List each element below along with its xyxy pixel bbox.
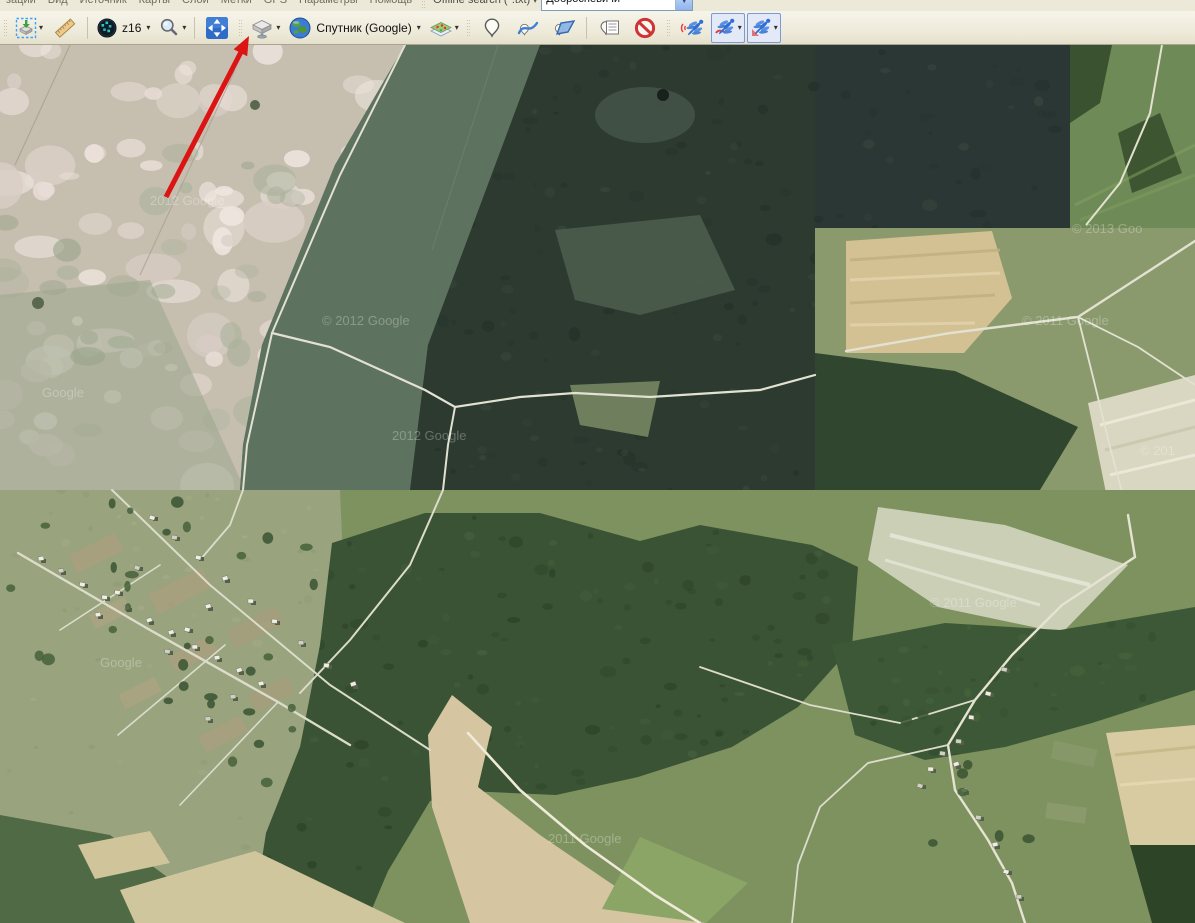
toolbar-separator xyxy=(586,17,587,39)
menu-item-maps[interactable]: Карты xyxy=(133,0,176,6)
magnifier-icon xyxy=(158,17,180,39)
layers-button[interactable]: ▾ xyxy=(426,13,462,43)
menu-item-settings[interactable]: Параметры xyxy=(293,0,364,6)
toolbar-grip[interactable] xyxy=(421,0,426,8)
gps-track-icon xyxy=(714,17,736,39)
selection-area-button[interactable]: ▾ xyxy=(12,13,46,43)
search-combobox[interactable]: Добросневичи ▼ xyxy=(541,0,693,11)
polygon-icon xyxy=(552,17,576,39)
fullscreen-button[interactable] xyxy=(200,13,234,43)
internet-cache-source-button[interactable]: ▾ xyxy=(247,13,283,43)
toolbar-grip[interactable] xyxy=(466,20,471,36)
placemark-list-icon xyxy=(597,17,621,39)
bottom-tile xyxy=(0,486,1195,923)
search-magnifier-button[interactable]: ▾ xyxy=(155,13,189,43)
svg-text:© 2013 Goo: © 2013 Goo xyxy=(1072,221,1142,236)
dropdown-arrow-icon[interactable]: ▾ xyxy=(146,23,150,32)
add-path-button[interactable] xyxy=(511,13,545,43)
hide-marks-button[interactable] xyxy=(628,13,662,43)
svg-text:© 201: © 201 xyxy=(1140,443,1175,458)
menu-item-operations[interactable]: заций xyxy=(0,0,42,6)
dropdown-arrow-icon[interactable]: ▾ xyxy=(774,23,778,32)
add-placemark-button[interactable] xyxy=(475,13,509,43)
svg-text:2012 Google: 2012 Google xyxy=(392,428,466,443)
map-view[interactable]: 2012 Google © 2012 Google Google 2012 Go… xyxy=(0,45,1195,923)
combo-arrow-icon[interactable]: ▼ xyxy=(675,0,692,10)
svg-text:2012 Google: 2012 Google xyxy=(150,193,224,208)
main-toolbar: ▾ z16 ▾ ▾ xyxy=(0,11,1195,45)
svg-text:2011 Google: 2011 Google xyxy=(548,831,622,846)
dropdown-arrow-icon[interactable]: ▾ xyxy=(182,23,186,32)
top-tile xyxy=(0,45,1195,515)
dropdown-arrow-icon[interactable]: ▾ xyxy=(276,23,280,32)
gps-follow-button[interactable]: ▾ xyxy=(747,13,781,43)
zoom-globe-icon xyxy=(96,17,118,39)
menu-item-view[interactable]: Вид xyxy=(42,0,74,6)
toolbar-grip[interactable] xyxy=(3,20,8,36)
svg-text:Google: Google xyxy=(100,655,142,670)
map-type-button[interactable]: Спутник (Google) ▾ xyxy=(285,13,423,43)
cache-disk-icon xyxy=(250,16,274,40)
dropdown-arrow-icon[interactable]: ▾ xyxy=(39,23,43,32)
toolbar-grip[interactable] xyxy=(666,20,671,36)
add-polygon-button[interactable] xyxy=(547,13,581,43)
selection-area-icon xyxy=(15,17,37,39)
placemark-icon xyxy=(481,17,503,39)
zoom-level-button[interactable]: z16 ▾ xyxy=(93,13,153,43)
search-input[interactable]: Добросневичи xyxy=(542,0,675,10)
toolbar-separator xyxy=(87,17,88,39)
layers-icon xyxy=(429,16,453,40)
gps-connect-button[interactable] xyxy=(675,13,709,43)
placemark-manager-button[interactable] xyxy=(592,13,626,43)
menu-search-bar: заций Вид Источник Карты Слои Метки GPS … xyxy=(0,0,1195,11)
menu-item-help[interactable]: Помощь xyxy=(364,0,419,6)
svg-text:Google: Google xyxy=(42,385,84,400)
zoom-level-label: z16 xyxy=(122,21,141,35)
gps-track-button[interactable]: ▾ xyxy=(711,13,745,43)
fullscreen-icon xyxy=(205,16,229,40)
offline-search-label: Offline search (*.txt) xyxy=(429,0,532,6)
dropdown-arrow-icon[interactable]: ▾ xyxy=(455,23,459,32)
menu-item-layers[interactable]: Слои xyxy=(176,0,215,6)
ruler-icon xyxy=(53,16,77,40)
toolbar-grip[interactable] xyxy=(238,20,243,36)
dropdown-arrow-icon[interactable]: ▾ xyxy=(417,23,421,32)
menu-item-gps[interactable]: GPS xyxy=(258,0,293,6)
dropdown-arrow-icon[interactable]: ▾ xyxy=(532,0,541,5)
gps-follow-icon xyxy=(750,17,772,39)
svg-text:© 2012 Google: © 2012 Google xyxy=(322,313,410,328)
ban-icon xyxy=(633,16,657,40)
svg-text:© 2011 Google: © 2011 Google xyxy=(930,595,1017,610)
path-icon xyxy=(516,17,540,39)
satellite-imagery: 2012 Google © 2012 Google Google 2012 Go… xyxy=(0,45,1195,923)
toolbar-separator xyxy=(194,17,195,39)
menu-item-marks[interactable]: Метки xyxy=(215,0,258,6)
dropdown-arrow-icon[interactable]: ▾ xyxy=(738,23,742,32)
gps-connect-icon xyxy=(679,17,705,39)
svg-text:© 2011 Google: © 2011 Google xyxy=(1022,313,1109,328)
map-type-label: Спутник (Google) xyxy=(316,21,411,35)
menu-item-source[interactable]: Источник xyxy=(74,0,133,6)
earth-icon xyxy=(288,16,312,40)
ruler-button[interactable] xyxy=(48,13,82,43)
